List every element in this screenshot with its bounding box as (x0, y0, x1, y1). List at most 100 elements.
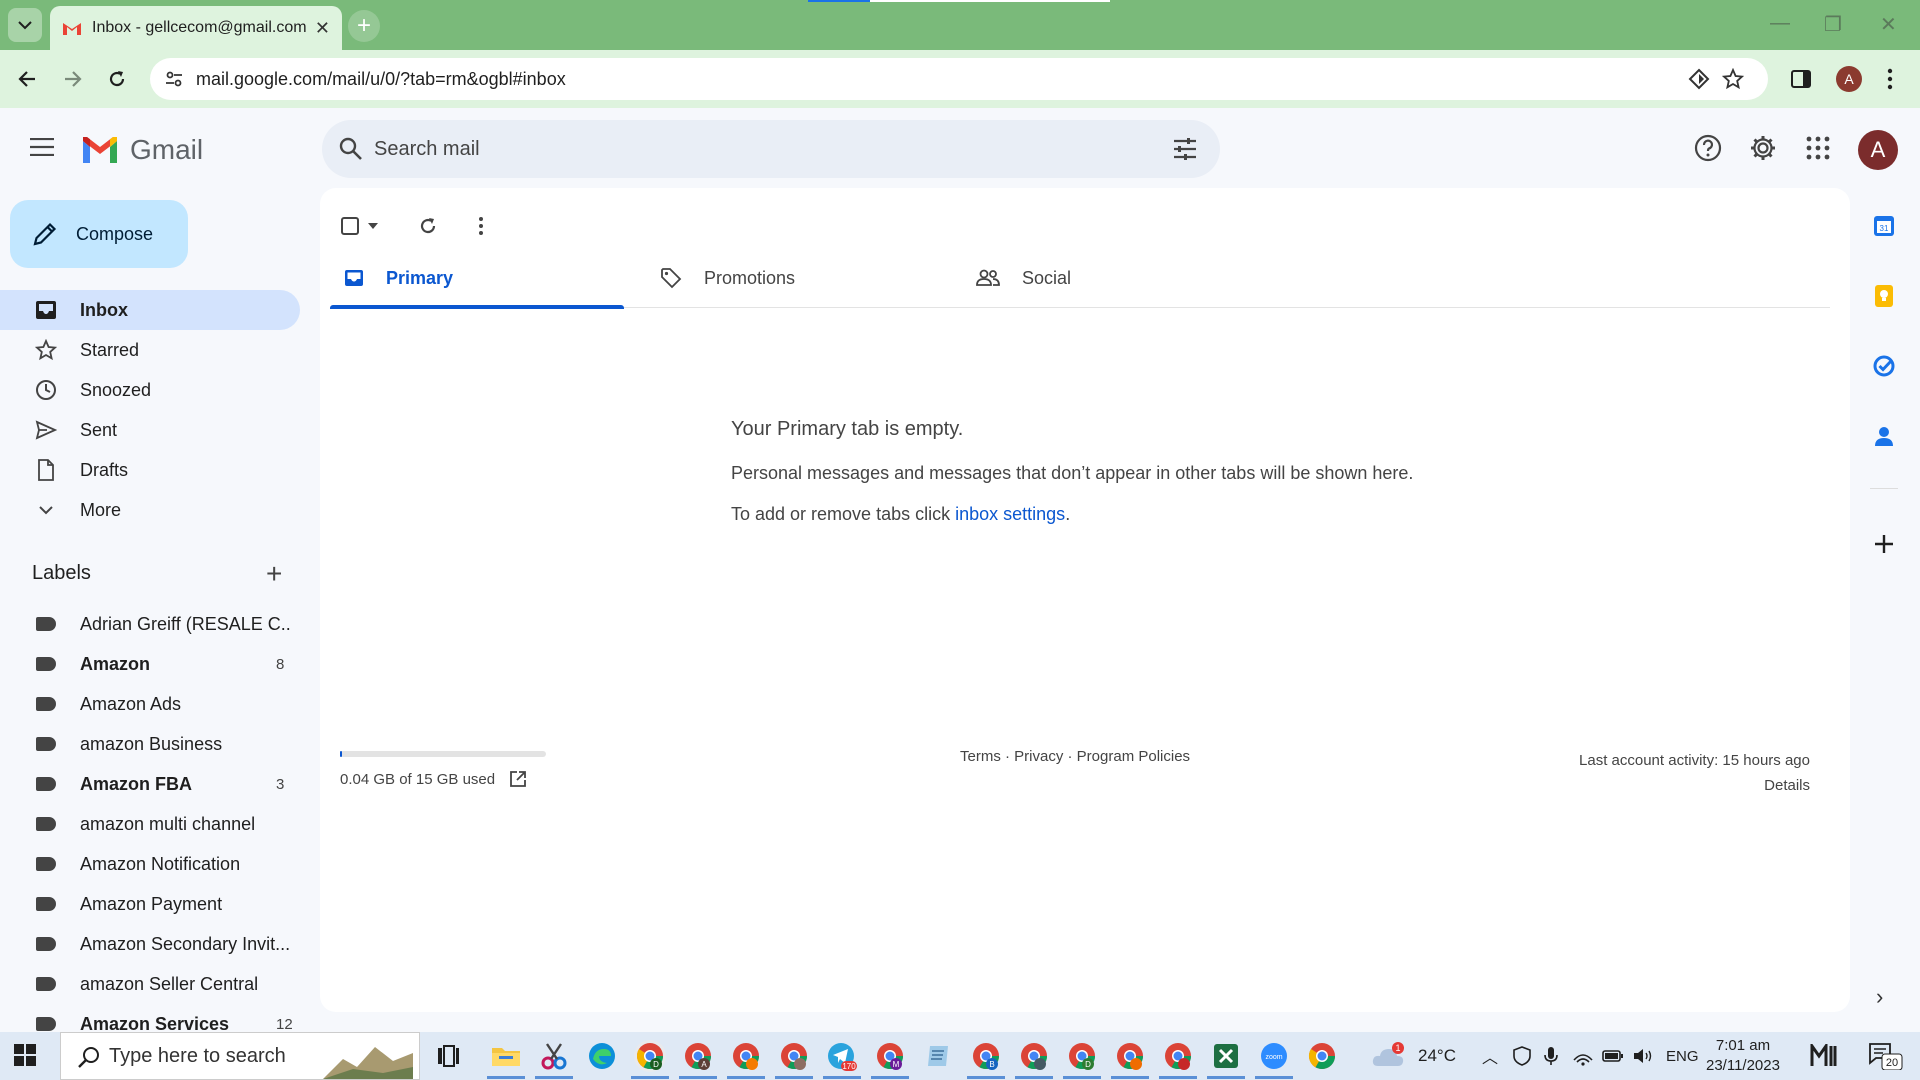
more-options-icon[interactable] (478, 216, 484, 236)
close-tab-icon[interactable]: ✕ (315, 18, 330, 39)
account-avatar[interactable]: A (1858, 130, 1898, 170)
language-indicator[interactable]: ENG (1666, 1032, 1699, 1080)
label-item[interactable]: Amazon Ads (0, 684, 300, 724)
inbox-settings-link[interactable]: inbox settings (955, 504, 1065, 524)
weather-widget[interactable]: 1 24°C (1372, 1032, 1456, 1080)
excel-icon[interactable] (1210, 1040, 1242, 1072)
running-indicator (631, 1076, 669, 1079)
windows-taskbar: D A 170 M B D zoom 1 24°C ︿ ENG 7:01 am … (0, 1032, 1920, 1080)
security-shield-icon[interactable] (1512, 1046, 1532, 1066)
bookmark-star-icon[interactable] (1722, 68, 1744, 90)
keep-app[interactable] (1870, 282, 1898, 310)
chrome-profile-orange2-icon[interactable] (1114, 1040, 1146, 1072)
activity-details-link[interactable]: Details (1579, 773, 1810, 798)
label-item[interactable]: Amazon Notification (0, 844, 300, 884)
nav-item-snoozed[interactable]: Snoozed (0, 370, 300, 410)
file-explorer-icon[interactable] (490, 1040, 522, 1072)
notepad-icon[interactable] (922, 1040, 954, 1072)
tab-search-button[interactable] (8, 8, 42, 42)
compose-button[interactable]: Compose (10, 200, 188, 268)
reload-button[interactable] (102, 64, 132, 94)
task-view-icon[interactable] (436, 1044, 460, 1068)
side-panel-icon[interactable] (1790, 68, 1812, 90)
nav-item-sent[interactable]: Sent (0, 410, 300, 450)
search-input[interactable] (374, 137, 1074, 161)
search-options-icon[interactable] (1172, 136, 1198, 162)
main-menu-icon[interactable] (30, 138, 54, 156)
label-item[interactable]: amazon Seller Central (0, 964, 300, 1004)
contacts-app[interactable] (1870, 422, 1898, 450)
gmail-logo[interactable]: Gmail (80, 134, 203, 166)
chrome-profile-orange-icon[interactable] (730, 1040, 762, 1072)
tasks-app[interactable] (1870, 352, 1898, 380)
battery-icon[interactable] (1602, 1048, 1624, 1064)
volume-icon[interactable] (1632, 1046, 1654, 1066)
label-item[interactable]: Amazon FBA 3 (0, 764, 300, 804)
settings-button[interactable] (1747, 132, 1779, 164)
zoom-icon[interactable]: zoom (1258, 1040, 1290, 1072)
show-side-panel-chevron-icon[interactable]: › (1876, 984, 1883, 1010)
chrome-profile-b-icon[interactable]: B (970, 1040, 1002, 1072)
get-addons-button[interactable] (1870, 530, 1898, 558)
browser-profile-avatar[interactable]: A (1836, 66, 1862, 92)
chrome-icon[interactable] (1306, 1040, 1338, 1072)
telegram-icon[interactable]: 170 (826, 1040, 858, 1072)
tab-promotions[interactable]: Promotions (646, 248, 940, 308)
address-bar[interactable]: mail.google.com/mail/u/0/?tab=rm&ogbl#in… (150, 58, 1768, 100)
minimize-icon[interactable]: — (1770, 12, 1790, 35)
chrome-profile-m-icon[interactable]: M (874, 1040, 906, 1072)
show-hidden-icons-chevron-icon[interactable]: ︿ (1482, 1032, 1498, 1080)
browser-menu-icon[interactable] (1886, 68, 1894, 90)
nav-item-drafts[interactable]: Drafts (0, 450, 300, 490)
calendar-app[interactable]: 31 (1870, 212, 1898, 240)
back-button[interactable] (12, 64, 42, 94)
browser-tab-inbox[interactable]: Inbox - gellcecom@gmail.com ✕ (50, 6, 342, 50)
tab-social[interactable]: Social (962, 248, 1256, 308)
chrome-profile-d2-icon[interactable]: D (1066, 1040, 1098, 1072)
tracking-protection-icon[interactable] (1688, 68, 1710, 90)
google-apps-button[interactable] (1802, 132, 1834, 164)
restore-icon[interactable]: ❐ (1824, 12, 1842, 37)
chrome-profile-brown-icon[interactable] (778, 1040, 810, 1072)
create-label-button[interactable]: + (266, 558, 282, 590)
edge-browser-icon[interactable] (586, 1040, 618, 1072)
label-item[interactable]: amazon multi channel (0, 804, 300, 844)
site-info-icon[interactable] (164, 69, 184, 89)
footer-links[interactable]: Terms · Privacy · Program Policies (960, 748, 1190, 765)
label-item[interactable]: amazon Business (0, 724, 300, 764)
chrome-profile-photo-icon[interactable] (1018, 1040, 1050, 1072)
nav-item-more[interactable]: More (0, 490, 300, 530)
label-item[interactable]: Adrian Greiff (RESALE C... (0, 604, 300, 644)
search-bar[interactable] (322, 120, 1220, 178)
chrome-profile-red-icon[interactable] (1162, 1040, 1194, 1072)
storage-info[interactable]: 0.04 GB of 15 GB used (340, 770, 527, 788)
windows-start-icon[interactable] (14, 1044, 36, 1066)
open-external-icon[interactable] (509, 770, 527, 788)
label-item[interactable]: Amazon 8 (0, 644, 300, 684)
select-dropdown-icon[interactable] (368, 223, 378, 229)
wifi-icon[interactable] (1572, 1046, 1594, 1066)
label-item[interactable]: Amazon Payment (0, 884, 300, 924)
tab-primary[interactable]: Primary (330, 248, 624, 309)
select-all-checkbox[interactable] (340, 216, 360, 236)
label-item[interactable]: Amazon Secondary Invit... (0, 924, 300, 964)
notification-center-button[interactable]: 20 (1868, 1042, 1904, 1071)
arrow-left-icon (18, 71, 35, 87)
taskbar-search[interactable] (60, 1032, 420, 1080)
new-tab-button[interactable]: + (348, 10, 380, 42)
nav-item-starred[interactable]: Starred (0, 330, 300, 370)
nav-item-inbox[interactable]: Inbox (0, 290, 300, 330)
app-logo-icon[interactable] (1810, 1044, 1838, 1068)
window-close-icon[interactable]: ✕ (1880, 12, 1897, 37)
search-icon[interactable] (338, 136, 364, 162)
taskbar-search-input[interactable] (109, 1044, 309, 1068)
chrome-profile-d-icon[interactable]: D (634, 1040, 666, 1072)
chrome-profile-a-icon[interactable]: A (682, 1040, 714, 1072)
running-indicator (967, 1076, 1005, 1079)
snipping-tool-icon[interactable] (538, 1040, 570, 1072)
microphone-icon[interactable] (1544, 1046, 1558, 1066)
refresh-icon[interactable] (418, 216, 438, 236)
support-button[interactable] (1692, 132, 1724, 164)
taskbar-clock[interactable]: 7:01 am 23/11/2023 (1706, 1036, 1780, 1076)
forward-button[interactable] (58, 64, 88, 94)
